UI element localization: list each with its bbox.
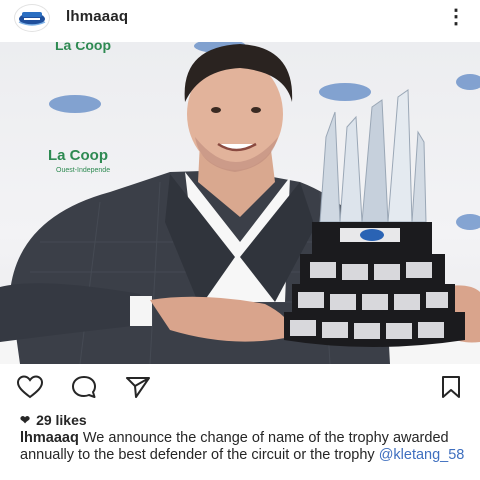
avatar[interactable] bbox=[14, 4, 50, 32]
heart-filled-icon: ❤ bbox=[20, 413, 31, 427]
cuff-left bbox=[130, 296, 152, 326]
trophy-top bbox=[319, 89, 427, 223]
sponsor-logo-left: La Coop bbox=[48, 147, 108, 164]
post-photo[interactable]: La Coop La Coop Ouest-Independe bbox=[0, 42, 480, 364]
bookmark-icon[interactable] bbox=[437, 374, 465, 400]
more-dots-icon[interactable]: ⋮ bbox=[444, 4, 468, 28]
post-username[interactable]: lhmaaaq bbox=[66, 8, 128, 25]
caption-mention[interactable]: @kletang_58 bbox=[379, 447, 465, 463]
share-icon[interactable] bbox=[124, 374, 152, 400]
heart-outline-icon[interactable] bbox=[16, 374, 44, 400]
sponsor-logo-left-sub: Ouest-Independe bbox=[56, 167, 110, 174]
likes-count-text: 29 likes bbox=[36, 412, 87, 428]
action-bar bbox=[0, 372, 480, 402]
eye-left bbox=[211, 107, 221, 113]
likes-count[interactable]: ❤ 29 likes bbox=[20, 412, 87, 428]
post-caption: lhmaaaq We announce the change of name o… bbox=[20, 430, 470, 464]
comment-icon[interactable] bbox=[70, 374, 98, 400]
post-photo-illustration: La Coop La Coop Ouest-Independe bbox=[0, 42, 480, 364]
league-logo-icon bbox=[18, 12, 46, 26]
eye-right bbox=[251, 107, 261, 113]
caption-username[interactable]: lhmaaaq bbox=[20, 430, 79, 446]
sponsor-logo-top: La Coop bbox=[55, 42, 111, 53]
post-header: lhmaaaq ⋮ bbox=[0, 0, 480, 40]
